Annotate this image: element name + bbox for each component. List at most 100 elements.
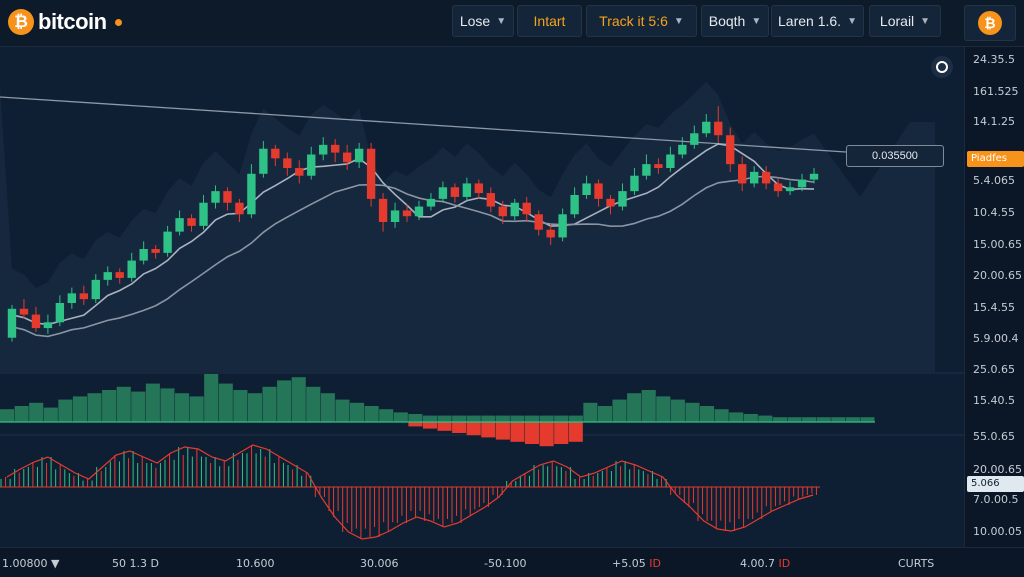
- candle-body: [151, 249, 160, 253]
- toolbar-button-5[interactable]: Lorail ▼: [869, 5, 941, 37]
- candle-body: [91, 279, 100, 300]
- time-axis-label: -50.100: [484, 557, 526, 570]
- price-axis-label: 161.525: [973, 85, 1019, 98]
- volume-bar-up: [525, 415, 540, 422]
- oscillator-outline: [6, 444, 814, 540]
- candle-body: [331, 144, 340, 153]
- volume-bar-up: [641, 390, 656, 422]
- price-axis-label: 10.00.05: [973, 525, 1022, 538]
- candle-body: [678, 144, 687, 155]
- volume-bar-up: [189, 396, 204, 422]
- volume-bar-up: [145, 383, 160, 422]
- logo-text: bitcoin: [38, 9, 107, 34]
- volume-bar-up: [379, 409, 394, 422]
- volume-bar-down: [481, 422, 496, 438]
- volume-bar-up: [437, 415, 452, 422]
- toolbar-button-3[interactable]: Boqth ▼: [701, 5, 769, 37]
- time-axis-flag: ID: [649, 557, 661, 570]
- candle-body: [259, 148, 268, 174]
- volume-bar-up: [860, 417, 875, 422]
- candle-body: [773, 183, 783, 192]
- volume-bar-down: [539, 422, 554, 447]
- volume-bar-up: [729, 412, 744, 422]
- price-axis-label: 55.0.65: [973, 430, 1015, 443]
- candle-body: [223, 191, 232, 203]
- toolbar-button-4[interactable]: Laren 1.6. ▼: [771, 5, 864, 37]
- time-axis-text: 30.006: [360, 557, 399, 570]
- volume-bar-up: [58, 399, 73, 422]
- candle-body: [139, 249, 148, 261]
- candle-body: [666, 154, 675, 168]
- candle-body: [654, 164, 663, 168]
- time-axis-text: 10.600: [236, 557, 275, 570]
- price-flag: 0.035500: [846, 145, 944, 167]
- volume-bar-up: [0, 409, 15, 422]
- volume-bar-up: [612, 399, 627, 422]
- candle-body: [295, 168, 304, 176]
- candle-body: [594, 183, 603, 199]
- volume-bar-up: [597, 406, 612, 422]
- volume-bar-up: [247, 393, 262, 422]
- chevron-down-icon: ▼: [496, 15, 507, 27]
- toolbar-button-2[interactable]: Track it 5:6 ▼: [586, 5, 697, 37]
- time-axis-text: 1.00800 ▼: [2, 557, 60, 570]
- volume-bar-up: [43, 407, 58, 422]
- volume-bar-down: [554, 422, 569, 444]
- candle-body: [546, 229, 555, 238]
- top-toolbar: ₿ bitcoin Lose ▼ Intart Track it 5:6 ▼ Boqth ▼…: [0, 0, 1024, 47]
- volume-bar-up: [350, 402, 365, 422]
- volume-bar-down: [466, 422, 481, 436]
- toolbar-button-1[interactable]: Intart: [517, 5, 582, 37]
- price-axis[interactable]: 24.35.5 161.525 14.1.25 5.4.065 10.4.55 15.00…: [964, 47, 1024, 547]
- time-axis: 1.00800 ▼ 50 1.3 D 10.600 30.006 -50.100 +5.0…: [0, 547, 1024, 577]
- candle-body: [307, 154, 316, 176]
- candle-body: [247, 173, 256, 215]
- candle-body: [175, 218, 184, 232]
- candle-body: [426, 198, 436, 207]
- candle-body: [378, 198, 388, 222]
- volume-bar-up: [408, 414, 423, 422]
- candle-body: [618, 191, 627, 207]
- chevron-down-icon: ▼: [751, 15, 762, 27]
- price-axis-label: 15.4.55: [973, 301, 1015, 314]
- chevron-down-icon: ▼: [673, 15, 684, 27]
- price-axis-label: 20.00.65: [973, 269, 1022, 282]
- volume-bar-up: [714, 409, 729, 422]
- price-axis-label: 5.9.00.4: [973, 332, 1019, 345]
- price-axis-label: 5.4.065: [973, 174, 1015, 187]
- volume-bar-up: [539, 415, 554, 422]
- candle-body: [199, 202, 208, 226]
- candle-body: [342, 152, 352, 163]
- volume-bar-up: [772, 417, 787, 422]
- app-logo[interactable]: ₿ bitcoin: [8, 9, 122, 35]
- volume-bar-up: [218, 383, 233, 422]
- coin-menu-button[interactable]: ₿: [964, 5, 1016, 41]
- candlestick-chart[interactable]: [0, 47, 964, 547]
- volume-bar-up: [685, 402, 700, 422]
- candle-body: [486, 193, 495, 207]
- candle-body: [690, 133, 699, 145]
- candle-body: [271, 148, 280, 159]
- volume-bar-up: [320, 393, 335, 422]
- bitcoin-icon: ₿: [978, 11, 1002, 35]
- volume-bar-up: [262, 386, 277, 422]
- candle-body: [534, 214, 543, 230]
- candle-body: [797, 179, 807, 188]
- toolbar-button-0[interactable]: Lose ▼: [452, 5, 514, 37]
- volume-bar-down: [568, 422, 583, 442]
- candle-body: [582, 183, 591, 195]
- chevron-down-icon: ▼: [847, 15, 857, 27]
- volume-bar-up: [116, 386, 131, 422]
- location-pin-icon[interactable]: [931, 56, 953, 78]
- time-axis-text: -50.100: [484, 557, 527, 570]
- volume-bar-down: [525, 422, 540, 444]
- candle-body: [761, 171, 771, 184]
- price-axis-label: 25.0.65: [973, 363, 1015, 376]
- candle-body: [570, 195, 579, 215]
- candle-body: [319, 144, 328, 155]
- volume-bar-up: [14, 406, 29, 422]
- volume-bar-down: [510, 422, 525, 442]
- candle-body: [366, 148, 376, 199]
- volume-bar-down: [422, 422, 437, 429]
- price-flag-label: 0.035500: [872, 150, 918, 162]
